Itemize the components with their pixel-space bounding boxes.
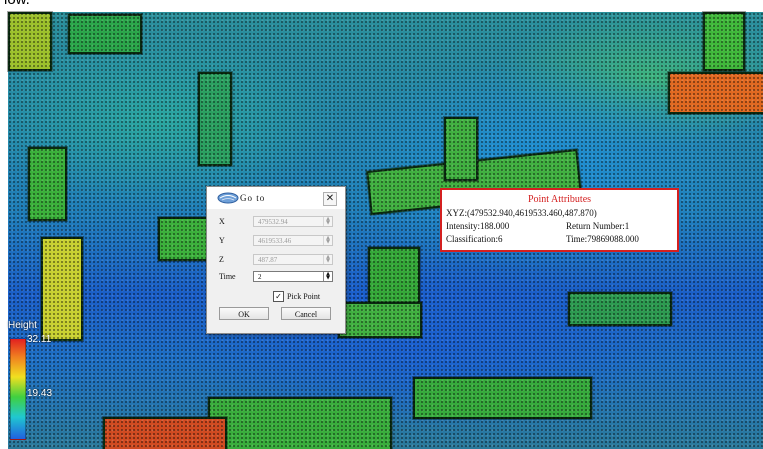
close-icon[interactable]: ✕ [323, 192, 337, 206]
dialog-title: Go to [240, 193, 266, 203]
point-attributes-title: Point Attributes [527, 194, 592, 205]
building [568, 292, 672, 326]
globe-icon [217, 192, 239, 204]
goto-dialog: Go to ✕ X 479532.94 ▲ ▼ Y 4619533.46 ▲ ▼ Z… [206, 186, 346, 334]
spin-arrows-icon[interactable]: ▲ ▼ [323, 217, 332, 226]
building [703, 12, 745, 71]
spin-arrows-icon[interactable]: ▲ ▼ [323, 272, 332, 281]
legend-min-label: 19.43 [27, 388, 53, 399]
top-clipped-text: low. [4, 0, 30, 8]
ok-button[interactable]: OK [219, 307, 269, 320]
y-value: 4619533.46 [258, 237, 292, 245]
building [28, 147, 67, 221]
y-input[interactable]: 4619533.46 ▲ ▼ [253, 235, 333, 246]
legend-title: Height [8, 320, 37, 331]
time-label: Time [219, 272, 236, 281]
building [338, 302, 422, 338]
intensity-value: Intensity:188.000 [446, 221, 510, 231]
building [103, 417, 227, 449]
building [198, 72, 232, 166]
height-color-ramp [10, 338, 26, 440]
building [208, 397, 392, 449]
time-attr-value: Time:79869088.000 [566, 234, 639, 244]
y-label: Y [219, 236, 225, 245]
x-input[interactable]: 479532.94 ▲ ▼ [253, 216, 333, 227]
point-cloud-viewport[interactable]: low. Height 32.11 19.43 [0, 0, 763, 449]
building [668, 72, 763, 114]
x-value: 479532.94 [258, 218, 288, 226]
x-label: X [219, 217, 225, 226]
xyz-value: XYZ:(479532.940,4619533.460,487.870) [446, 208, 597, 218]
building [368, 247, 420, 321]
spin-arrows-icon[interactable]: ▲ ▼ [323, 255, 332, 264]
pick-point-checkbox[interactable]: ✓ Pick Point [273, 291, 320, 302]
pick-point-label: Pick Point [287, 292, 321, 301]
building [68, 14, 142, 54]
building [8, 12, 52, 71]
building [41, 237, 83, 341]
time-value: 2 [258, 273, 262, 281]
time-input[interactable]: 2 ▲ ▼ [253, 271, 333, 282]
top-strip: low. [0, 0, 763, 12]
dialog-titlebar[interactable]: Go to ✕ [207, 187, 345, 209]
legend-max-label: 32.11 [27, 334, 52, 345]
checkmark-icon[interactable]: ✓ [273, 291, 284, 302]
z-input[interactable]: 487.87 ▲ ▼ [253, 254, 333, 265]
point-attributes-panel: Point Attributes XYZ:(479532.940,4619533… [440, 188, 679, 252]
building [413, 377, 592, 419]
return-number-value: Return Number:1 [566, 221, 630, 231]
z-label: Z [219, 255, 224, 264]
cancel-button[interactable]: Cancel [281, 307, 331, 320]
classification-value: Classification:6 [446, 234, 503, 244]
z-value: 487.87 [258, 256, 278, 264]
building [444, 117, 478, 181]
spin-arrows-icon[interactable]: ▲ ▼ [323, 236, 332, 245]
